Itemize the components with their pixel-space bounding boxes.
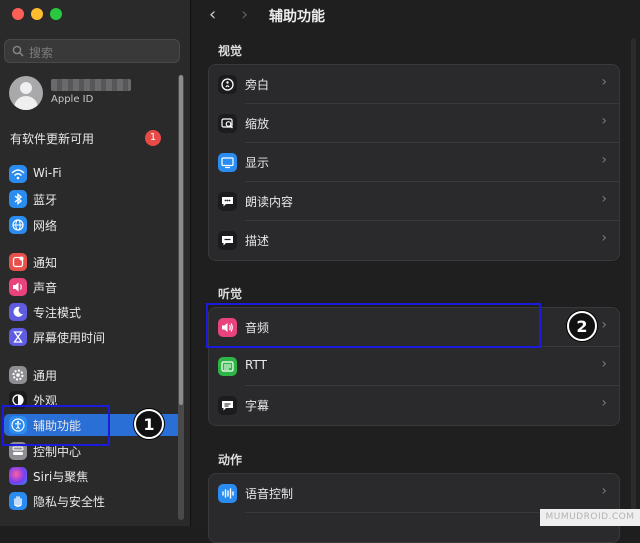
section-header-motor: 动作: [218, 453, 243, 467]
sidebar-item-label: 通用: [33, 369, 58, 383]
row-rtt[interactable]: RTT ›: [209, 347, 619, 386]
row-label: 显示: [245, 156, 270, 170]
sidebar-item-siri-spotlight[interactable]: Siri与聚焦: [4, 465, 184, 487]
row-label: 语音控制: [245, 487, 294, 501]
step-marker-1: 1: [134, 409, 164, 439]
sidebar-item-focus[interactable]: 专注模式: [4, 301, 184, 323]
bell-icon: [9, 253, 27, 271]
row-captions[interactable]: 字幕 ›: [209, 386, 619, 425]
hand-icon: [9, 492, 27, 510]
sidebar-item-label: 通知: [33, 256, 58, 270]
globe-icon: [9, 216, 27, 234]
highlight-box-accessibility: [2, 405, 110, 446]
sidebar: 搜索 Apple ID 有软件更新可用 1 Wi-Fi 蓝牙 网络 通知 声音 …: [0, 0, 191, 526]
back-button[interactable]: ‹: [209, 4, 216, 25]
wifi-icon: [9, 165, 27, 183]
update-count-badge: 1: [145, 130, 161, 146]
moon-icon: [9, 303, 27, 321]
row-label: RTT: [245, 358, 267, 372]
sidebar-item-general[interactable]: 通用: [4, 364, 184, 386]
watermark: MUMUDROID.COM: [540, 509, 640, 526]
gear-icon: [9, 366, 27, 384]
siri-icon: [9, 467, 27, 485]
rtt-icon: [218, 357, 237, 376]
chevron-right-icon: ›: [601, 230, 607, 246]
row-label: 字幕: [245, 399, 270, 413]
row-descriptions[interactable]: 描述 ›: [209, 221, 619, 260]
sidebar-scrollbar-thumb[interactable]: [179, 75, 183, 405]
sidebar-item-label: 隐私与安全性: [33, 495, 106, 509]
hourglass-icon: [9, 328, 27, 346]
sidebar-item-label: 屏幕使用时间: [33, 331, 106, 345]
voice-control-icon: [218, 484, 237, 503]
row-label: 朗读内容: [245, 195, 294, 209]
sidebar-item-label: 声音: [33, 281, 58, 295]
forward-button[interactable]: ›: [241, 4, 248, 25]
motor-group: 语音控制 ›: [208, 473, 620, 543]
row-voiceover[interactable]: 旁白 ›: [209, 65, 619, 104]
row-label: 旁白: [245, 78, 270, 92]
avatar: [9, 76, 43, 110]
sidebar-item-screen-time[interactable]: 屏幕使用时间: [4, 326, 184, 348]
zoom-window-button[interactable]: [50, 8, 62, 20]
chevron-right-icon: ›: [601, 356, 607, 372]
row-voice-control[interactable]: 语音控制 ›: [209, 474, 619, 513]
sidebar-item-network[interactable]: 网络: [4, 214, 184, 236]
highlight-box-audio: [206, 303, 541, 348]
chevron-right-icon: ›: [601, 74, 607, 90]
sidebar-item-label: 网络: [33, 219, 58, 233]
section-header-vision: 视觉: [218, 44, 243, 58]
search-placeholder: 搜索: [29, 46, 54, 60]
descriptions-icon: [218, 231, 237, 250]
speaker-icon: [9, 278, 27, 296]
search-input[interactable]: 搜索: [4, 39, 180, 63]
chevron-right-icon: ›: [601, 317, 607, 333]
display-icon: [218, 153, 237, 172]
chevron-right-icon: ›: [601, 395, 607, 411]
software-update-label[interactable]: 有软件更新可用: [10, 130, 94, 147]
sidebar-item-label: Wi-Fi: [33, 166, 62, 180]
row-spoken-content[interactable]: 朗读内容 ›: [209, 182, 619, 221]
account-name-redacted: [51, 79, 131, 91]
row-display[interactable]: 显示 ›: [209, 143, 619, 182]
captions-icon: [218, 396, 237, 415]
apple-id-account[interactable]: Apple ID: [9, 75, 184, 113]
account-subtitle: Apple ID: [51, 94, 94, 105]
vision-group: 旁白 › 缩放 › 显示 › 朗读内容 › 描述 ›: [208, 64, 620, 261]
sidebar-item-label: Siri与聚焦: [33, 470, 89, 484]
page-title: 辅助功能: [269, 9, 325, 25]
voiceover-icon: [218, 75, 237, 94]
main-pane: ‹ › 辅助功能 视觉 旁白 › 缩放 › 显示 › 朗读内容 › 描述 › 听…: [191, 0, 640, 543]
sidebar-item-notifications[interactable]: 通知: [4, 251, 184, 273]
chevron-right-icon: ›: [601, 113, 607, 129]
sidebar-item-bluetooth[interactable]: 蓝牙: [4, 188, 184, 210]
sidebar-item-label: 蓝牙: [33, 193, 58, 207]
main-scrollbar[interactable]: [631, 38, 636, 518]
step-marker-2: 2: [567, 311, 597, 341]
chevron-right-icon: ›: [601, 483, 607, 499]
chevron-right-icon: ›: [601, 191, 607, 207]
row-label: 缩放: [245, 117, 270, 131]
row-zoom[interactable]: 缩放 ›: [209, 104, 619, 143]
chevron-right-icon: ›: [601, 152, 607, 168]
bluetooth-icon: [9, 190, 27, 208]
sidebar-item-label: 专注模式: [33, 306, 82, 320]
toolbar: ‹ › 辅助功能: [191, 0, 640, 30]
section-header-hearing: 听觉: [218, 287, 243, 301]
spoken-content-icon: [218, 192, 237, 211]
zoom-icon: [218, 114, 237, 133]
search-icon: [12, 45, 24, 57]
minimize-window-button[interactable]: [31, 8, 43, 20]
row-label: 描述: [245, 234, 270, 248]
sidebar-item-sound[interactable]: 声音: [4, 276, 184, 298]
sidebar-item-wifi[interactable]: Wi-Fi: [4, 163, 184, 185]
sidebar-item-privacy-security[interactable]: 隐私与安全性: [4, 490, 184, 512]
close-window-button[interactable]: [12, 8, 24, 20]
